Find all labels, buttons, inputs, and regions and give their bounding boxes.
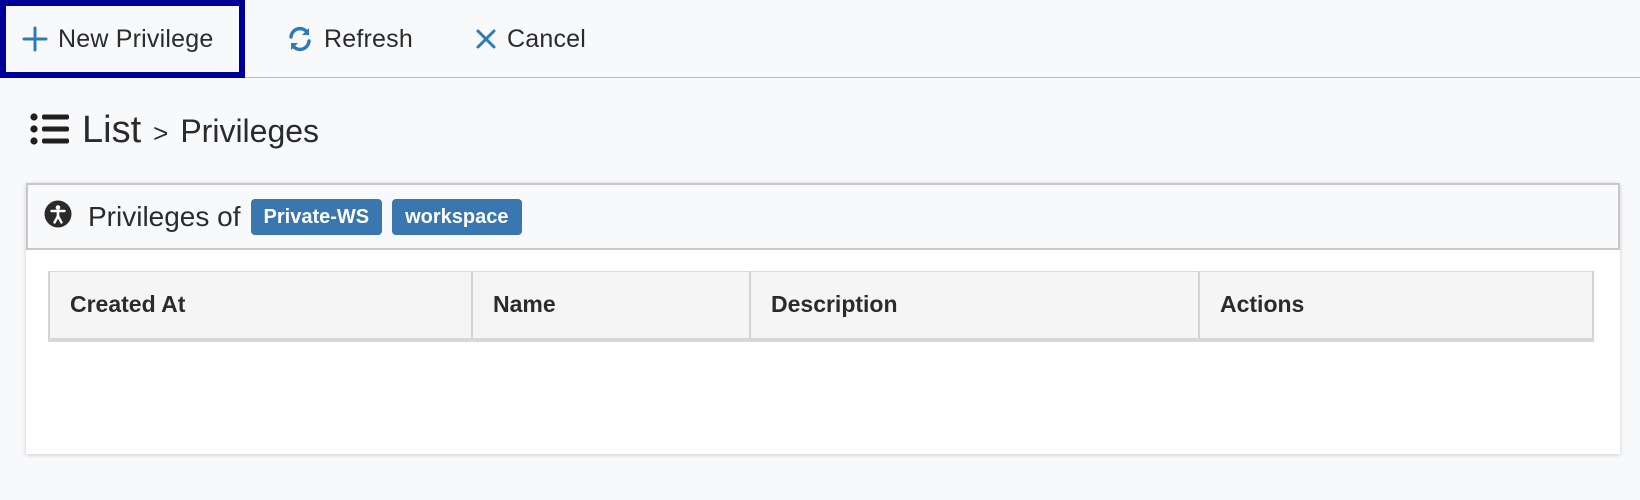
- breadcrumb-separator: >: [153, 118, 169, 148]
- column-actions: Actions: [1198, 271, 1594, 342]
- new-privilege-button[interactable]: New Privilege: [0, 0, 245, 78]
- list-icon: [30, 112, 70, 151]
- refresh-button[interactable]: Refresh: [286, 0, 413, 78]
- plus-icon: [22, 26, 48, 52]
- workspace-name-badge: Private-WS: [250, 198, 383, 235]
- breadcrumb-section: List: [82, 109, 142, 151]
- column-created-at[interactable]: Created At: [48, 271, 472, 342]
- panel-header: Privileges of Private-WS workspace: [26, 183, 1620, 250]
- toolbar: New Privilege Refresh Cancel: [0, 0, 1640, 78]
- table-header-row: Created At Name Description Actions: [48, 271, 1594, 342]
- privileges-table: Created At Name Description Actions: [48, 271, 1594, 342]
- column-description[interactable]: Description: [749, 271, 1199, 342]
- privileges-panel: Privileges of Private-WS workspace Creat…: [26, 183, 1620, 454]
- new-privilege-label: New Privilege: [58, 24, 214, 53]
- cancel-label: Cancel: [507, 24, 587, 53]
- refresh-label: Refresh: [324, 24, 413, 53]
- workspace-type-badge: workspace: [392, 198, 522, 235]
- breadcrumb: List > Privileges: [30, 108, 319, 154]
- refresh-icon: [286, 25, 314, 53]
- close-icon: [475, 28, 497, 50]
- page-title: Privileges: [180, 113, 320, 149]
- panel-title: Privileges of: [88, 200, 241, 232]
- accessibility-icon: [44, 200, 72, 233]
- cancel-button[interactable]: Cancel: [475, 0, 586, 78]
- column-name[interactable]: Name: [471, 271, 750, 342]
